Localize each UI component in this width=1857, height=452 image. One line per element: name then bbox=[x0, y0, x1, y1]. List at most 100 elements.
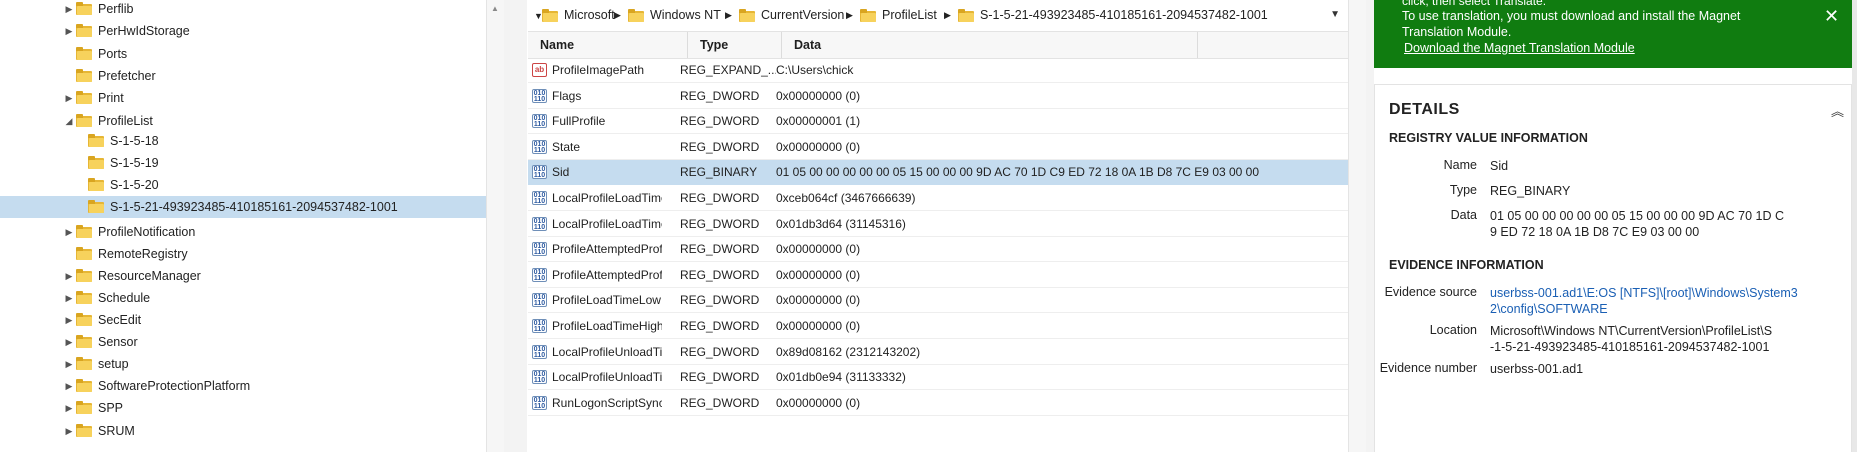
value-name-cell: ProfileAttemptedProfileDownloadTimeHigh bbox=[552, 267, 662, 282]
evidence-source-link[interactable]: userbss-001.ad1\E:OS [NTFS]\[root]\Windo… bbox=[1490, 285, 1800, 317]
value-type-cell: REG_EXPAND_... bbox=[680, 63, 776, 77]
tree-node[interactable]: Prefetcher bbox=[0, 65, 486, 87]
table-row[interactable]: 010110 LocalProfileLoadTimeHigh REG_DWORD 0… bbox=[528, 212, 1348, 237]
table-row[interactable]: 010 110 ProfileLoadTimeLow REG_DWORD 0x00000… bbox=[528, 288, 1348, 314]
breadcrumb-separator-icon[interactable]: ▶ bbox=[844, 0, 856, 30]
registry-values-pane: ▼ Microsoft ▶ Windows NT ▶ CurrentVersion ▶ Pr… bbox=[528, 0, 1348, 452]
column-header-type[interactable]: Type bbox=[688, 32, 782, 58]
collapse-arrow-icon[interactable]: ◢ bbox=[64, 110, 74, 132]
tree-node[interactable]: ▶ ProfileNotification bbox=[0, 221, 486, 243]
expand-arrow-icon[interactable]: ▶ bbox=[64, 375, 74, 397]
location-label: Location bbox=[1429, 323, 1477, 337]
tree-node-label: S-1-5-18 bbox=[110, 134, 159, 148]
scroll-up-arrow-icon[interactable]: ▲ bbox=[491, 4, 499, 13]
pane-splitter-right[interactable] bbox=[1366, 0, 1374, 452]
table-row[interactable]: 010 110 State REG_DWORD 0x00000000 (0) bbox=[528, 135, 1348, 160]
binary-value-icon: 010 110 bbox=[532, 267, 547, 282]
table-row[interactable]: 010110 LocalProfileLoadTimeLow REG_DWORD 0x… bbox=[528, 186, 1348, 211]
expand-arrow-icon[interactable]: ▶ bbox=[64, 0, 74, 20]
expand-arrow-icon[interactable]: ▶ bbox=[64, 287, 74, 309]
tree-node[interactable]: ▶ Schedule bbox=[0, 287, 486, 309]
expand-arrow-icon[interactable]: ▶ bbox=[64, 397, 74, 419]
table-row[interactable]: 010 110 FullProfile REG_DWORD 0x00000001 (1) bbox=[528, 109, 1348, 135]
expand-arrow-icon[interactable]: ▶ bbox=[64, 353, 74, 375]
tree-node[interactable]: RemoteRegistry bbox=[0, 243, 486, 265]
tree-node[interactable]: ▶ PerHwIdStorage bbox=[0, 20, 486, 42]
binary-value-icon: 010 110 bbox=[532, 319, 547, 333]
tree-node[interactable]: ▶ SRUM bbox=[0, 420, 486, 442]
value-name-cell: Sid bbox=[552, 165, 570, 180]
pane-splitter[interactable] bbox=[504, 0, 527, 452]
breadcrumb-separator-icon[interactable]: ▶ bbox=[723, 0, 735, 30]
table-row[interactable]: ab ProfileImagePath REG_EXPAND_... C:\Users… bbox=[528, 58, 1348, 83]
registry-tree: ▶ Perflib ▶ PerHwIdStorage Ports Prefetcher ▶ P… bbox=[0, 0, 486, 452]
list-scrollbar[interactable] bbox=[1348, 0, 1366, 452]
value-type-cell: REG_DWORD bbox=[680, 344, 760, 359]
value-data-cell: 0x00000000 (0) bbox=[776, 88, 861, 103]
table-row[interactable]: 010110 ProfileAttemptedProfileDownloadTim… bbox=[528, 263, 1348, 288]
table-row[interactable]: 010110 ProfileAttemptedProfileDownloadTim… bbox=[528, 237, 1348, 263]
breadcrumb-label: ProfileList bbox=[882, 8, 937, 22]
breadcrumb-separator-icon[interactable]: ▶ bbox=[942, 0, 954, 30]
tree-node-label: Prefetcher bbox=[98, 69, 156, 83]
value-name-cell: ProfileLoadTimeHigh bbox=[552, 319, 662, 333]
download-translation-link[interactable]: Download the Magnet Translation Module bbox=[1404, 41, 1635, 55]
table-row[interactable]: 010110 LocalProfileUnloadTimeLow REG_DWORD… bbox=[528, 340, 1348, 365]
value-name-cell: ProfileImagePath bbox=[552, 63, 645, 77]
table-row[interactable]: 010110 LocalProfileUnloadTimeHigh REG_DWOR… bbox=[528, 365, 1348, 391]
breadcrumb-dropdown-icon[interactable]: ▼ bbox=[1330, 0, 1340, 30]
tree-node[interactable]: S-1-5-20 bbox=[0, 174, 486, 196]
tree-node[interactable]: S-1-5-21-493923485-410185161-2094537482-… bbox=[0, 196, 486, 218]
value-data-cell: 0x01db0e94 (31133332) bbox=[776, 370, 906, 385]
tree-node-label: S-1-5-19 bbox=[110, 156, 159, 170]
expand-arrow-icon[interactable]: ▶ bbox=[64, 20, 74, 42]
tree-node[interactable]: ▶ SPP bbox=[0, 397, 486, 419]
value-data-cell: 0x00000000 (0) bbox=[776, 139, 861, 154]
details-scrollbar[interactable] bbox=[1852, 0, 1857, 452]
expand-arrow-icon[interactable]: ▶ bbox=[64, 331, 74, 353]
tree-node[interactable]: S-1-5-19 bbox=[0, 152, 486, 174]
binary-value-icon: 010 110 bbox=[532, 191, 547, 205]
collapse-chevron-icon[interactable]: ︽ bbox=[1831, 101, 1844, 120]
tree-node[interactable]: ▶ setup bbox=[0, 353, 486, 375]
value-type-cell: REG_DWORD bbox=[680, 370, 760, 385]
evidence-number-value: userbss-001.ad1 bbox=[1490, 362, 1584, 376]
table-row[interactable]: 010 110 ProfileLoadTimeHigh REG_DWORD 0x0000… bbox=[528, 314, 1348, 339]
binary-value-icon: 010 110 bbox=[532, 395, 547, 410]
tree-node[interactable]: Ports bbox=[0, 43, 486, 65]
value-type-cell: REG_DWORD bbox=[680, 242, 760, 257]
table-row[interactable]: 010 110 Sid REG_BINARY 01 05 00 00 00 00 00 … bbox=[528, 160, 1348, 186]
banner-close-icon[interactable]: ✕ bbox=[1824, 6, 1839, 27]
value-name-cell: LocalProfileUnloadTimeLow bbox=[552, 344, 662, 359]
column-header-name[interactable]: Name bbox=[528, 32, 688, 58]
tree-node[interactable]: ▶ SecEdit bbox=[0, 309, 486, 331]
value-data-cell: 0x89d08162 (2312143202) bbox=[776, 344, 921, 359]
tree-scrollbar[interactable]: ▲ bbox=[486, 0, 504, 452]
tree-node[interactable]: ▶ Print bbox=[0, 87, 486, 109]
expand-arrow-icon[interactable]: ▶ bbox=[64, 309, 74, 331]
tree-node-label: PerHwIdStorage bbox=[98, 24, 190, 38]
column-header-data[interactable]: Data bbox=[782, 32, 1198, 58]
data-label: Data bbox=[1450, 208, 1477, 222]
tree-node[interactable]: S-1-5-18 bbox=[0, 130, 486, 152]
value-data-cell: 0x00000000 (0) bbox=[776, 267, 861, 282]
tree-node[interactable]: ▶ Perflib bbox=[0, 0, 486, 20]
breadcrumb-separator-icon[interactable]: ▶ bbox=[612, 0, 624, 30]
tree-node[interactable]: ▶ ResourceManager bbox=[0, 265, 486, 287]
tree-node[interactable]: ▶ SoftwareProtectionPlatform bbox=[0, 375, 486, 397]
tree-node-label: Sensor bbox=[98, 335, 138, 349]
expand-arrow-icon[interactable]: ▶ bbox=[64, 221, 74, 243]
type-value: REG_BINARY bbox=[1490, 184, 1571, 198]
tree-node-label: setup bbox=[98, 357, 129, 371]
value-name-cell: FullProfile bbox=[552, 114, 606, 129]
expand-arrow-icon[interactable]: ▶ bbox=[64, 87, 74, 109]
expand-arrow-icon[interactable]: ▶ bbox=[64, 420, 74, 442]
tree-node-label: Schedule bbox=[98, 291, 151, 305]
name-value: Sid bbox=[1490, 159, 1509, 173]
table-row[interactable]: 010 110 RunLogonScriptSync REG_DWORD 0x00000… bbox=[528, 391, 1348, 416]
tree-node[interactable]: ▶ Sensor bbox=[0, 331, 486, 353]
tree-node[interactable]: ◢ ProfileList bbox=[0, 110, 486, 132]
expand-arrow-icon[interactable]: ▶ bbox=[64, 265, 74, 287]
table-row[interactable]: 010 110 Flags REG_DWORD 0x00000000 (0) bbox=[528, 84, 1348, 109]
value-name-cell: ProfileAttemptedProfileDownloadTimeLow bbox=[552, 242, 662, 257]
